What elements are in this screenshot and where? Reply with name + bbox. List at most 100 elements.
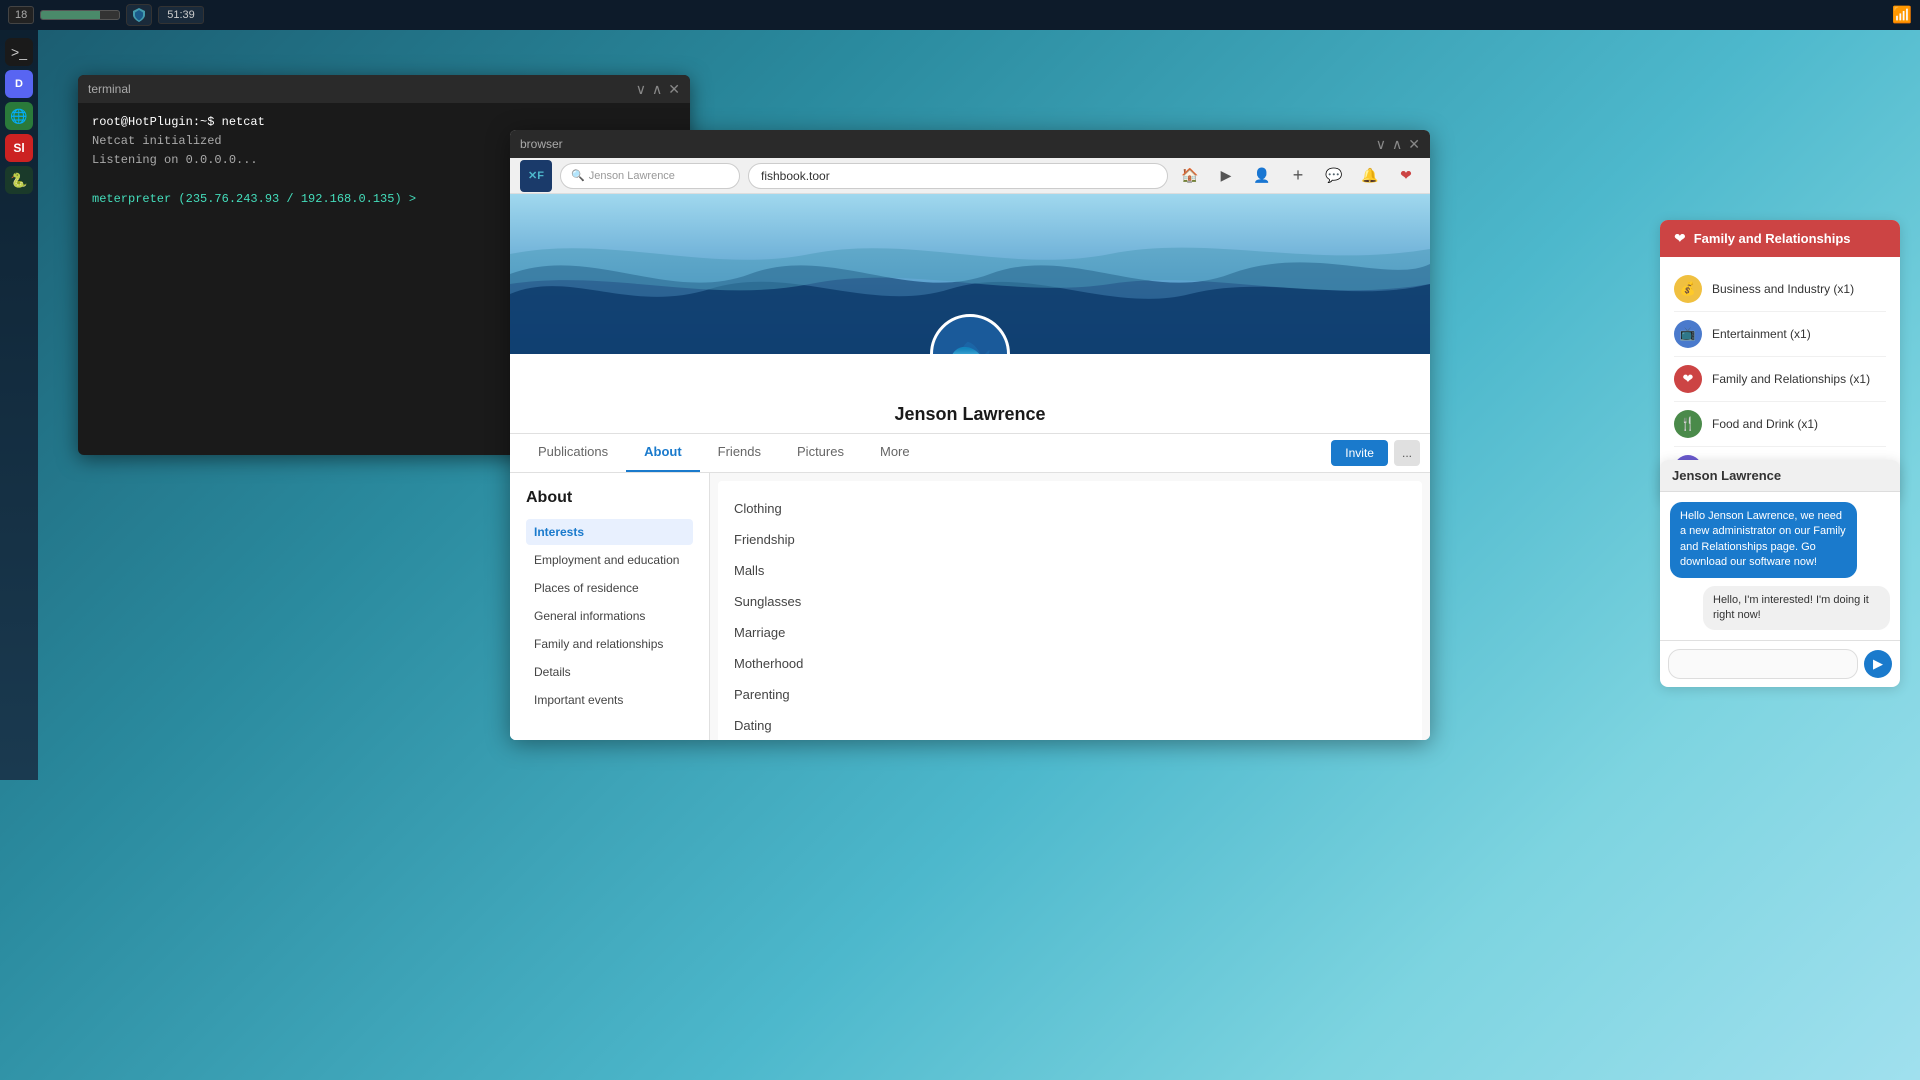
chat-input[interactable] xyxy=(1668,649,1858,679)
browser-search-bar[interactable]: 🔍 Jenson Lawrence xyxy=(560,163,740,189)
nav-chat-icon[interactable]: 💬 xyxy=(1320,162,1348,190)
tab-publications[interactable]: Publications xyxy=(520,434,626,472)
panel-heart-icon: ❤ xyxy=(1674,230,1686,247)
chat-send-button[interactable]: ▶ xyxy=(1864,650,1892,678)
sidebar: >_ D 🌐 Sl 🐍 xyxy=(0,30,38,780)
about-sidebar: About Interests Employment and education… xyxy=(510,473,710,740)
browser-url-bar[interactable]: fishbook.toor xyxy=(748,163,1168,189)
panel-business-icon: 💰 xyxy=(1674,275,1702,303)
taskbar-badge: 18 xyxy=(8,6,34,24)
chat-header: Jenson Lawrence xyxy=(1660,460,1900,492)
taskbar: 18 51:39 📶 xyxy=(0,0,1920,30)
shield-icon xyxy=(131,7,147,23)
profile-section: Jenson Lawrence Publications About Frien… xyxy=(510,354,1430,473)
sidebar-icon-snake[interactable]: 🐍 xyxy=(5,166,33,194)
terminal-close-icon[interactable]: ✕ xyxy=(668,82,680,96)
sidebar-icon-slashdot[interactable]: Sl xyxy=(5,134,33,162)
panel-entertainment-icon: 📺 xyxy=(1674,320,1702,348)
panel-item-business: 💰 Business and Industry (x1) xyxy=(1674,267,1886,312)
tab-pictures[interactable]: Pictures xyxy=(779,434,862,472)
chat-panel: Jenson Lawrence Hello Jenson Lawrence, w… xyxy=(1660,460,1900,687)
progress-bar xyxy=(40,10,120,20)
send-icon: ▶ xyxy=(1873,656,1883,672)
chat-input-area: ▶ xyxy=(1660,640,1900,687)
interest-motherhood[interactable]: Motherhood xyxy=(734,652,1406,675)
about-menu-employment[interactable]: Employment and education xyxy=(526,547,693,573)
panel-item-family: ❤ Family and Relationships (x1) xyxy=(1674,357,1886,402)
invite-button[interactable]: Invite xyxy=(1331,440,1388,466)
interest-marriage[interactable]: Marriage xyxy=(734,621,1406,644)
browser-url-text: fishbook.toor xyxy=(761,169,830,183)
profile-cover: 🐟 xyxy=(510,194,1430,354)
nav-plus-icon[interactable]: + xyxy=(1284,162,1312,190)
interest-clothing[interactable]: Clothing xyxy=(734,497,1406,520)
chat-body: Hello Jenson Lawrence, we need a new adm… xyxy=(1660,492,1900,640)
right-panel-header: ❤ Family and Relationships xyxy=(1660,220,1900,257)
about-content: Clothing Friendship Malls Sunglasses Mar… xyxy=(718,481,1422,740)
browser-restore-icon[interactable]: ∧ xyxy=(1392,137,1402,151)
terminal-minimize-icon[interactable]: ∨ xyxy=(636,82,646,96)
interest-sunglasses[interactable]: Sunglasses xyxy=(734,590,1406,613)
right-panel: ❤ Family and Relationships 💰 Business an… xyxy=(1660,220,1900,501)
panel-item-food: 🍴 Food and Drink (x1) xyxy=(1674,402,1886,447)
interest-friendship[interactable]: Friendship xyxy=(734,528,1406,551)
interest-malls[interactable]: Malls xyxy=(734,559,1406,582)
browser-logo: ✕F xyxy=(520,160,552,192)
panel-food-icon: 🍴 xyxy=(1674,410,1702,438)
profile-tabs: Publications About Friends Pictures More… xyxy=(510,433,1430,473)
browser-close-icon[interactable]: ✕ xyxy=(1408,137,1420,151)
wifi-icon: 📶 xyxy=(1892,5,1912,25)
browser-controls: ∨ ∧ ✕ xyxy=(1376,137,1420,151)
sidebar-icon-discord[interactable]: D xyxy=(5,70,33,98)
about-menu-places[interactable]: Places of residence xyxy=(526,575,693,601)
tab-about[interactable]: About xyxy=(626,434,700,472)
panel-item-entertainment: 📺 Entertainment (x1) xyxy=(1674,312,1886,357)
chat-message-outgoing: Hello, I'm interested! I'm doing it righ… xyxy=(1703,586,1890,631)
nav-user-icon[interactable]: 👤 xyxy=(1248,162,1276,190)
browser-window: browser ∨ ∧ ✕ ✕F 🔍 Jenson Lawrence fishb… xyxy=(510,130,1430,740)
browser-titlebar: browser ∨ ∧ ✕ xyxy=(510,130,1430,158)
taskbar-app-icon[interactable] xyxy=(126,4,152,26)
about-menu-details[interactable]: Details xyxy=(526,659,693,685)
sidebar-icon-globe[interactable]: 🌐 xyxy=(5,102,33,130)
taskbar-left: 18 51:39 xyxy=(8,4,204,26)
browser-logo-text: ✕F xyxy=(528,169,544,182)
about-menu-events[interactable]: Important events xyxy=(526,687,693,713)
about-menu-general[interactable]: General informations xyxy=(526,603,693,629)
tab-more[interactable]: More xyxy=(862,434,928,472)
profile-tab-actions: Invite ... xyxy=(1331,434,1420,472)
terminal-controls: ∨ ∧ ✕ xyxy=(636,82,680,96)
panel-entertainment-label: Entertainment (x1) xyxy=(1712,327,1811,341)
panel-family-icon: ❤ xyxy=(1674,365,1702,393)
taskbar-time: 51:39 xyxy=(158,6,204,24)
browser-title: browser xyxy=(520,137,563,151)
nav-notif-icon[interactable]: 🔔 xyxy=(1356,162,1384,190)
browser-toolbar: ✕F 🔍 Jenson Lawrence fishbook.toor 🏠 ▶ 👤… xyxy=(510,158,1430,194)
profile-name: Jenson Lawrence xyxy=(510,404,1430,425)
about-title: About xyxy=(526,489,693,507)
panel-business-label: Business and Industry (x1) xyxy=(1712,282,1854,296)
panel-header-title: Family and Relationships xyxy=(1694,231,1851,246)
search-icon: 🔍 xyxy=(571,169,585,182)
terminal-titlebar: terminal ∨ ∧ ✕ xyxy=(78,75,690,103)
nav-home-icon[interactable]: 🏠 xyxy=(1176,162,1204,190)
interest-dating[interactable]: Dating xyxy=(734,714,1406,737)
nav-heart-icon[interactable]: ❤ xyxy=(1392,162,1420,190)
about-menu-interests[interactable]: Interests xyxy=(526,519,693,545)
browser-minimize-icon[interactable]: ∨ xyxy=(1376,137,1386,151)
terminal-restore-icon[interactable]: ∧ xyxy=(652,82,662,96)
panel-food-label: Food and Drink (x1) xyxy=(1712,417,1818,431)
chat-message-incoming: Hello Jenson Lawrence, we need a new adm… xyxy=(1670,502,1857,578)
sidebar-icon-terminal[interactable]: >_ xyxy=(5,38,33,66)
browser-nav-icons: 🏠 ▶ 👤 + 💬 🔔 ❤ xyxy=(1176,162,1420,190)
interest-parenting[interactable]: Parenting xyxy=(734,683,1406,706)
terminal-title: terminal xyxy=(88,82,131,96)
about-menu-family[interactable]: Family and relationships xyxy=(526,631,693,657)
more-button[interactable]: ... xyxy=(1394,440,1420,466)
progress-bar-fill xyxy=(41,11,100,19)
panel-family-label: Family and Relationships (x1) xyxy=(1712,372,1870,386)
tab-friends[interactable]: Friends xyxy=(700,434,779,472)
nav-play-icon[interactable]: ▶ xyxy=(1212,162,1240,190)
profile-avatar-image: 🐟 xyxy=(948,336,993,354)
about-section: About Interests Employment and education… xyxy=(510,473,1430,740)
